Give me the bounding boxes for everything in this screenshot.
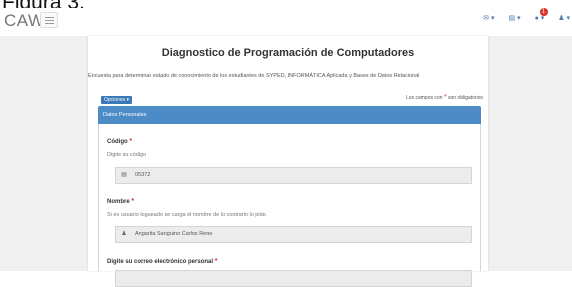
menu-line-icon	[44, 19, 54, 21]
field-label-text: Digite su correo electrónico personal	[107, 259, 214, 265]
user-icon: ♟	[121, 231, 127, 237]
codigo-input[interactable]: ▤ 05372	[115, 167, 472, 184]
envelope-icon[interactable]: ✉ ▾	[483, 14, 494, 22]
list-icon[interactable]: ▤ ▾	[509, 14, 521, 22]
codigo-value: 05372	[135, 172, 151, 178]
section-title: Datos Personales	[103, 112, 147, 118]
hamburger-menu-button[interactable]	[40, 12, 58, 28]
survey-title: Diagnostico de Programación de Computado…	[161, 47, 415, 59]
survey-panel: Diagnostico de Programación de Computado…	[88, 36, 488, 287]
options-dropdown-button[interactable]: Opciones ▾	[101, 96, 133, 104]
menu-line-icon	[44, 22, 54, 24]
email-input[interactable]	[115, 270, 472, 287]
required-note-text-end: son obligatorios	[447, 95, 483, 101]
required-star: *	[131, 198, 135, 205]
field-help-codigo: Digite su código	[107, 152, 147, 158]
required-note-text: Los campos con	[406, 95, 443, 101]
nombre-input[interactable]: ♟ Angarita Sanguino Carlos Rene	[115, 226, 472, 243]
field-label-nombre: Nombre *	[107, 198, 134, 205]
field-help-nombre: Si es usuario logueado se carga el nombr…	[107, 212, 268, 218]
nombre-value: Angarita Sanguino Carlos Rene	[135, 231, 213, 237]
required-star: *	[214, 258, 218, 265]
notification-badge: 1	[539, 8, 548, 16]
id-card-icon: ▤	[121, 172, 127, 178]
field-label-text: Nombre	[107, 199, 130, 205]
required-star: *	[443, 94, 447, 101]
section-header-personal-data: Datos Personales	[98, 106, 481, 124]
field-label-email: Digite su correo electrónico personal *	[107, 258, 217, 265]
field-label-codigo: Código *	[107, 138, 132, 145]
navbar-icons: ✉ ▾ ▤ ▾ ● ▾ 1 ♟ ▾	[483, 8, 570, 22]
notifications-glyph: ● ▾	[534, 15, 545, 22]
field-label-text: Código	[107, 139, 128, 145]
top-navbar: CAWI ✉ ▾ ▤ ▾ ● ▾ 1 ♟ ▾	[0, 8, 572, 36]
required-fields-note: Los campos con * son obligatorios	[406, 94, 483, 101]
section-body: Código * Digite su código ▤ 05372 Nombre…	[98, 124, 481, 287]
survey-subtitle: Encuesta para determinar estado de conoc…	[88, 73, 420, 79]
required-star: *	[129, 138, 133, 145]
menu-line-icon	[44, 16, 54, 18]
notifications-icon[interactable]: ● ▾ 1	[534, 8, 548, 22]
user-icon[interactable]: ♟ ▾	[558, 14, 570, 22]
